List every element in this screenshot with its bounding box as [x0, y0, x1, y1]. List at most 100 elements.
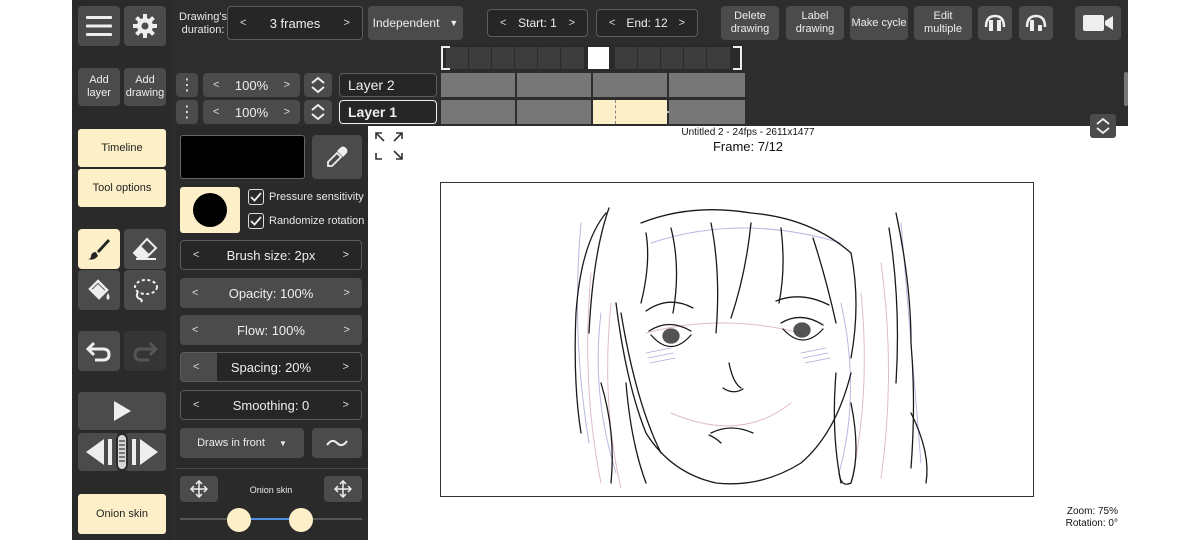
drawing-block[interactable]	[669, 100, 745, 124]
drawing-block[interactable]	[441, 73, 517, 97]
frame-ruler[interactable]	[441, 45, 745, 71]
smoothing-decrease-icon[interactable]: <	[193, 399, 199, 411]
play-button[interactable]	[78, 392, 166, 430]
layer-reorder-button[interactable]	[304, 100, 332, 124]
drawing-block[interactable]	[593, 73, 669, 97]
opacity-decrease-icon[interactable]: <	[213, 79, 219, 91]
timeline-button[interactable]: Timeline	[78, 129, 166, 167]
label-drawing-button[interactable]: Label drawing	[786, 6, 844, 40]
start-decrease-icon[interactable]: <	[500, 17, 506, 29]
add-layer-button[interactable]: Add layer	[78, 68, 120, 106]
selected-drawing-block[interactable]	[593, 100, 676, 124]
spacing-stepper[interactable]: < Spacing: 20% >	[180, 352, 362, 382]
drawing-canvas[interactable]: Untitled 2 - 24fps - 2611x1477 Frame: 7/…	[368, 114, 1128, 540]
opacity-decrease-icon[interactable]: <	[192, 287, 198, 299]
edit-multiple-button[interactable]: Edit multiple	[914, 6, 972, 40]
move-layer-down-button[interactable]	[1019, 6, 1053, 40]
range-end-bracket[interactable]	[733, 46, 742, 70]
tool-options-button[interactable]: Tool options	[78, 169, 166, 207]
opacity-stepper[interactable]: < Opacity: 100% >	[180, 278, 362, 308]
move-layer-up-button[interactable]	[978, 6, 1012, 40]
layer-track[interactable]	[441, 100, 745, 124]
frame-cell[interactable]	[660, 47, 684, 69]
increase-icon[interactable]: >	[344, 17, 350, 29]
end-stepper[interactable]: < End: 12 >	[596, 9, 698, 37]
smoothing-stepper[interactable]: < Smoothing: 0 >	[180, 390, 362, 420]
onion-after-move-button[interactable]	[324, 476, 362, 502]
rotation-checkbox[interactable]	[248, 213, 264, 229]
color-swatch[interactable]	[180, 135, 305, 179]
collapse-timeline-button[interactable]	[1090, 114, 1116, 138]
frame-cell[interactable]	[560, 47, 584, 69]
end-increase-icon[interactable]: >	[679, 17, 685, 29]
opacity-increase-icon[interactable]: >	[344, 287, 350, 299]
current-frame-marker[interactable]	[587, 47, 609, 69]
make-cycle-button[interactable]: Make cycle	[850, 6, 908, 40]
onion-before-move-button[interactable]	[180, 476, 218, 502]
decrease-icon[interactable]: <	[240, 17, 246, 29]
frame-cell[interactable]	[614, 47, 638, 69]
layer-reorder-button[interactable]	[304, 73, 332, 97]
layer-track[interactable]	[441, 73, 745, 97]
camera-button[interactable]	[1075, 6, 1121, 40]
duration-stepper[interactable]: < 3 frames >	[227, 6, 363, 40]
onion-before-slider-thumb[interactable]	[227, 508, 251, 532]
redo-button[interactable]	[124, 331, 166, 371]
opacity-increase-icon[interactable]: >	[284, 106, 290, 118]
brush-preview[interactable]	[180, 187, 240, 233]
fill-tool-button[interactable]	[78, 270, 120, 310]
layer-opacity-stepper[interactable]: < 100% >	[203, 100, 300, 124]
previous-frame-button[interactable]	[78, 433, 120, 471]
onion-skin-button[interactable]: Onion skin	[78, 494, 166, 534]
menu-button[interactable]	[78, 6, 120, 46]
brush-tool-button[interactable]	[78, 229, 120, 269]
pressure-checkbox[interactable]	[248, 189, 264, 205]
frame-cell[interactable]	[683, 47, 707, 69]
flow-decrease-icon[interactable]: <	[192, 324, 198, 336]
start-stepper[interactable]: < Start: 1 >	[487, 9, 588, 37]
draw-order-dropdown[interactable]: Draws in front ▼	[180, 428, 304, 458]
layer-menu-button[interactable]: ⋮	[176, 100, 198, 124]
spacing-decrease-icon[interactable]: <	[193, 361, 199, 373]
frame-cell[interactable]	[706, 47, 730, 69]
undo-button[interactable]	[78, 331, 120, 371]
flow-increase-icon[interactable]: >	[344, 324, 350, 336]
start-increase-icon[interactable]: >	[569, 17, 575, 29]
layer-name-field-selected[interactable]: Layer 1	[339, 100, 437, 124]
brush-size-increase-icon[interactable]: >	[343, 249, 349, 261]
frame-cell[interactable]	[537, 47, 561, 69]
frame-cell[interactable]	[637, 47, 661, 69]
flow-stepper[interactable]: < Flow: 100% >	[180, 315, 362, 345]
drawing-block[interactable]	[517, 73, 593, 97]
brush-size-decrease-icon[interactable]: <	[193, 249, 199, 261]
drawing-block[interactable]	[517, 100, 593, 124]
end-decrease-icon[interactable]: <	[609, 17, 615, 29]
opacity-decrease-icon[interactable]: <	[213, 106, 219, 118]
smoothing-increase-icon[interactable]: >	[343, 399, 349, 411]
onion-after-slider-thumb[interactable]	[289, 508, 313, 532]
stabilizer-button[interactable]	[312, 428, 362, 458]
drawing-block[interactable]	[441, 100, 517, 124]
layer-opacity-stepper[interactable]: < 100% >	[203, 73, 300, 97]
next-frame-button[interactable]	[124, 433, 166, 471]
layer-name-field[interactable]: Layer 2	[339, 73, 437, 97]
settings-button[interactable]	[124, 6, 166, 46]
frame-cell[interactable]	[514, 47, 538, 69]
scrub-handle[interactable]	[116, 433, 128, 471]
frame-cell[interactable]	[468, 47, 492, 69]
brush-size-stepper[interactable]: < Brush size: 2px >	[180, 240, 362, 270]
frame-cell[interactable]	[491, 47, 515, 69]
opacity-increase-icon[interactable]: >	[284, 79, 290, 91]
add-drawing-button[interactable]: Add drawing	[124, 68, 166, 106]
eyedropper-button[interactable]	[312, 135, 362, 179]
artboard[interactable]	[440, 182, 1034, 497]
fit-screen-icon[interactable]	[373, 130, 405, 162]
spacing-increase-icon[interactable]: >	[343, 361, 349, 373]
delete-drawing-button[interactable]: Delete drawing	[721, 6, 779, 40]
layer-menu-button[interactable]: ⋮	[176, 73, 198, 97]
lasso-tool-button[interactable]	[124, 270, 166, 310]
timing-mode-dropdown[interactable]: Independent ▼	[368, 6, 463, 40]
range-start-bracket[interactable]	[441, 46, 450, 70]
eraser-tool-button[interactable]	[124, 229, 166, 269]
drawing-block[interactable]	[669, 73, 745, 97]
